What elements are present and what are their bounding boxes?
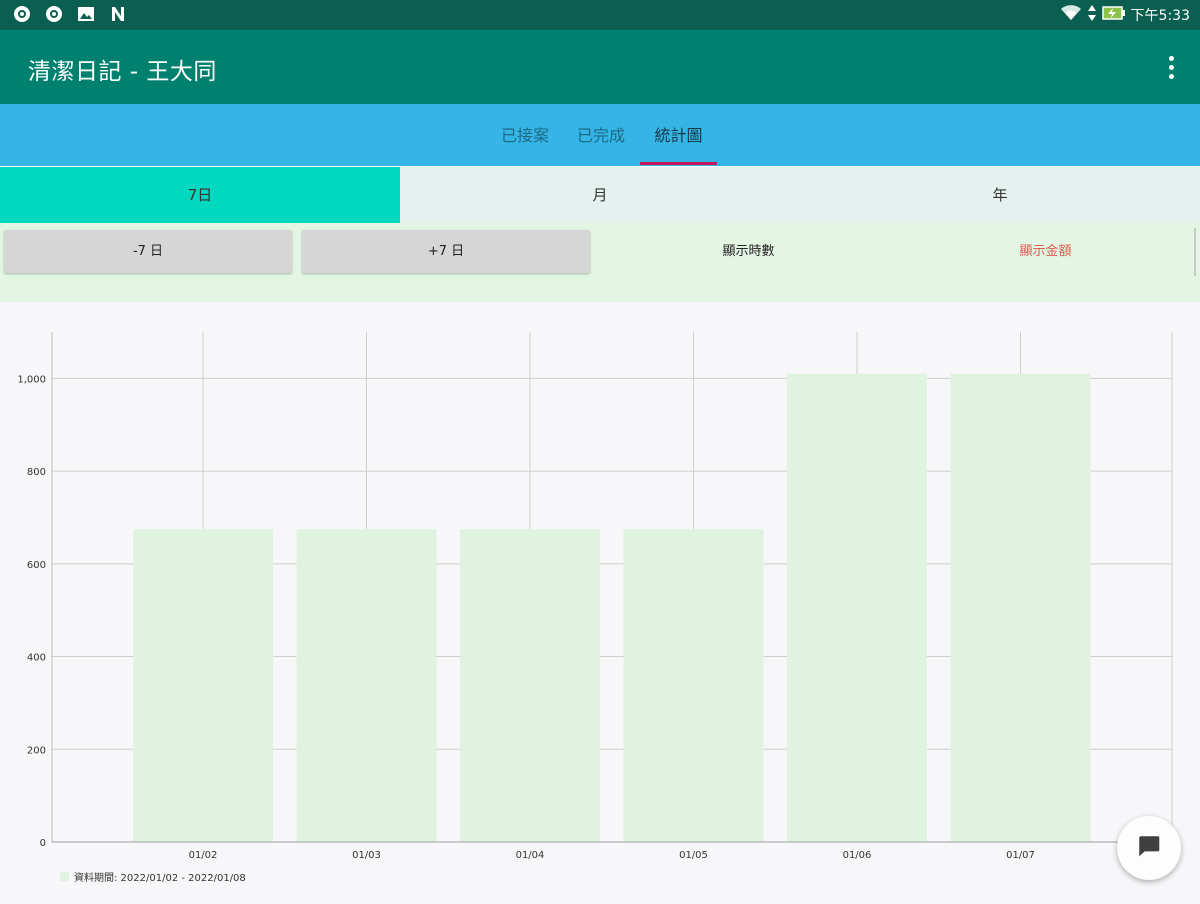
bar [133,529,273,842]
tab-statistics[interactable]: 統計圖 [640,104,717,166]
chart-area: 0 200 400 600 800 1,000 01/02 01/03 01/04 01/05 01… [0,302,1200,900]
image-icon [76,4,96,24]
next-week-button[interactable]: +7 日 [302,230,590,273]
tab-accepted[interactable]: 已接案 [485,104,565,166]
y-tick-label: 1,000 [17,374,46,385]
app-title: 清潔日記 - 王大同 [28,59,217,85]
status-icons-left [12,4,128,24]
bar [460,529,600,842]
x-tick-label: 01/07 [1006,850,1035,861]
legend-label: 資料期間: 2022/01/02 - 2022/01/08 [74,871,246,884]
show-amount-toggle[interactable]: 顯示金額 [897,241,1194,263]
range-tab-month[interactable]: 月 [400,167,800,223]
bar [787,373,927,842]
bar-chart: 0 200 400 600 800 1,000 01/02 01/03 01/04 01/05 01… [17,332,1173,884]
x-tick-label: 01/05 [679,850,708,861]
battery-charging-icon [1101,4,1126,26]
status-bar: 下午5:33 [0,0,1200,30]
control-panel: -7 日 +7 日 顯示時數 顯示金額 [0,223,1200,302]
n-app-icon [108,4,128,24]
vpn-icon [44,4,64,24]
chat-fab-button[interactable] [1117,816,1181,880]
tab-completed[interactable]: 已完成 [561,104,641,166]
show-hours-toggle[interactable]: 顯示時數 [600,241,897,263]
status-time: 下午5:33 [1130,8,1190,24]
y-tick-label: 600 [27,560,46,571]
y-tick-label: 400 [27,653,46,664]
x-tick-label: 01/03 [352,850,381,861]
y-tick-label: 800 [27,467,46,478]
bar [296,529,437,842]
y-tick-label: 200 [27,745,46,756]
prev-week-button[interactable]: -7 日 [4,230,292,273]
data-arrows-icon [1087,4,1097,26]
more-vert-icon[interactable] [1164,52,1178,82]
vpn-icon [12,4,32,24]
legend-swatch [60,872,69,881]
range-tabs: 7日 月 年 [0,167,1200,223]
x-tick-label: 01/02 [189,850,218,861]
chat-icon [1136,833,1162,863]
bar [623,529,764,842]
y-tick-label: 0 [40,838,46,849]
x-tick-label: 01/06 [843,850,872,861]
x-tick-label: 01/04 [516,850,545,861]
status-icons-right: 下午5:33 [1060,4,1190,26]
wifi-icon [1060,4,1082,26]
tab-indicator [640,162,717,165]
toggle-divider [1194,228,1196,276]
bar [950,373,1091,842]
range-tab-7days[interactable]: 7日 [0,167,400,223]
tab-bar: 已接案 已完成 統計圖 [0,104,1200,166]
range-tab-year[interactable]: 年 [800,167,1200,223]
app-bar: 清潔日記 - 王大同 [0,30,1200,104]
